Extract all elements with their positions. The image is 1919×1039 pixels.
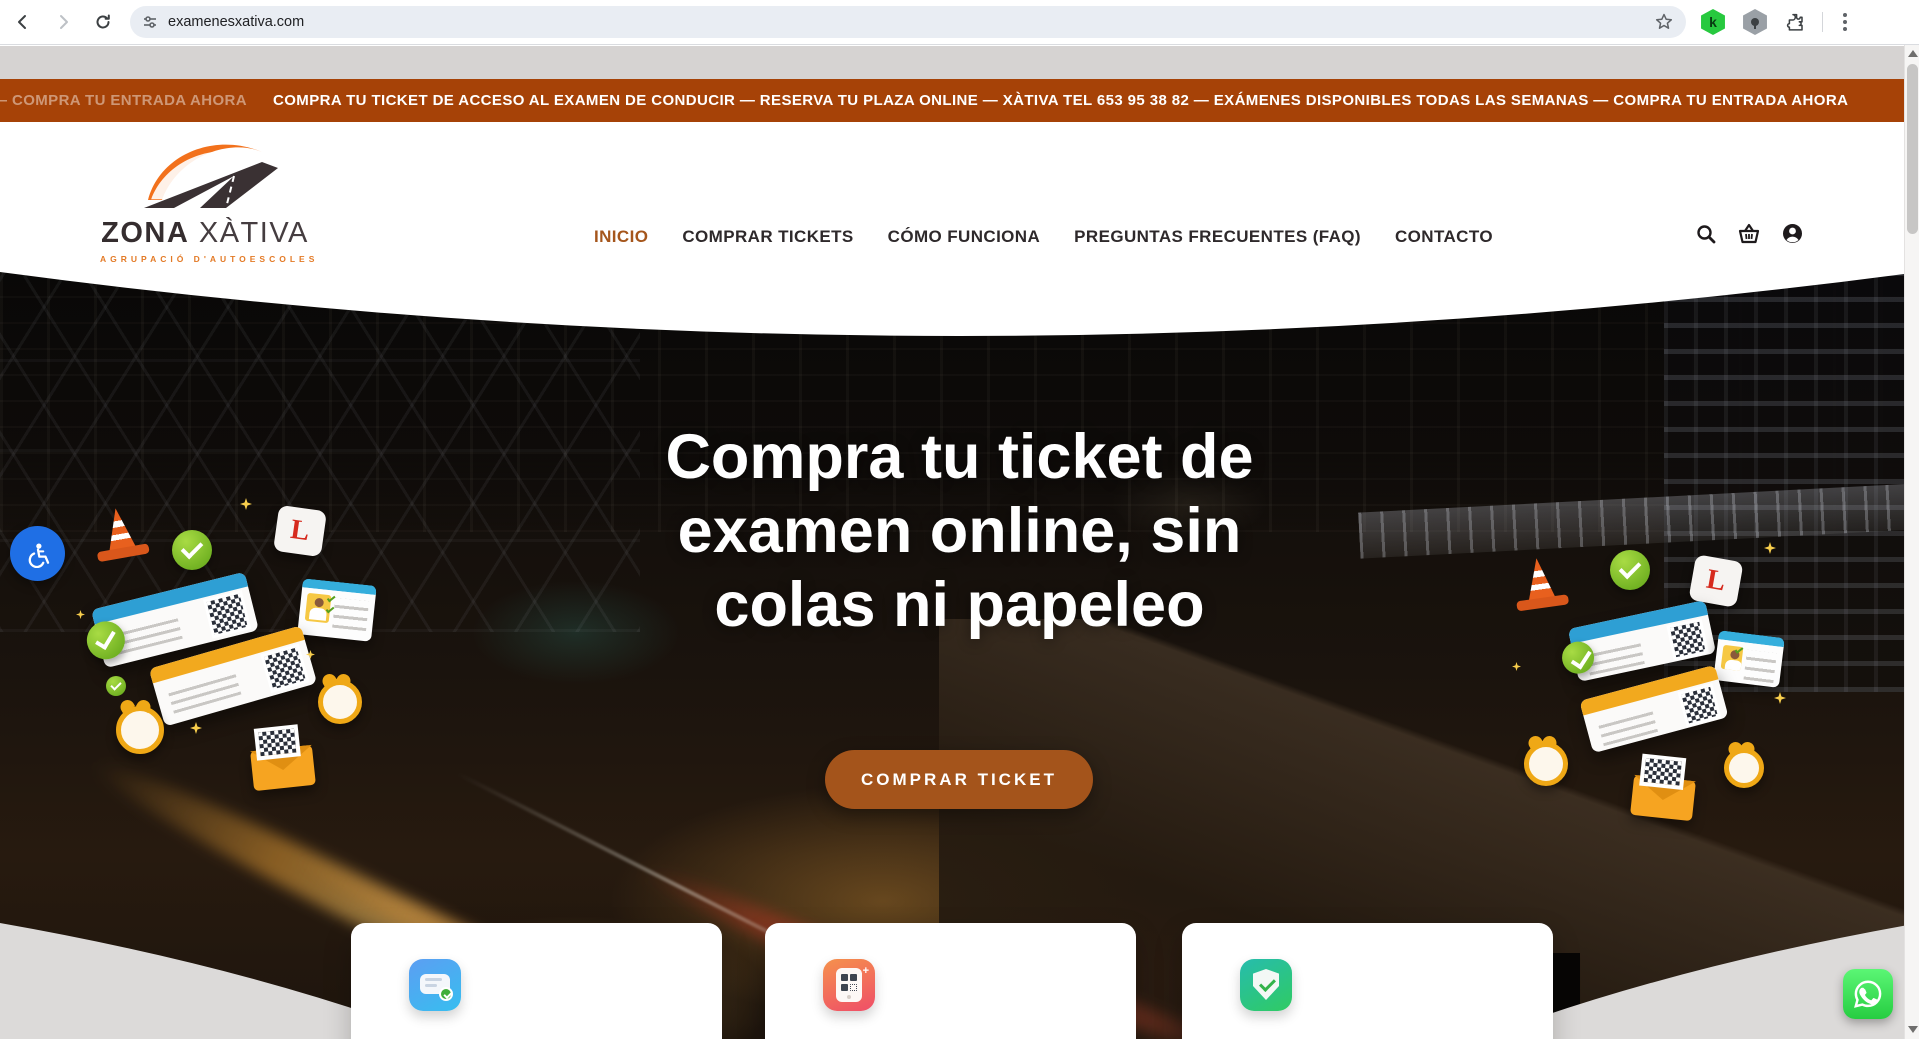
alarm-clock-icon	[116, 706, 164, 754]
main-navigation: INICIO COMPRAR TICKETS CÓMO FUNCIONA PRE…	[594, 227, 1493, 247]
nav-inicio[interactable]: INICIO	[594, 227, 648, 247]
whatsapp-button[interactable]	[1843, 969, 1893, 1019]
cart-basket-icon[interactable]	[1737, 223, 1761, 245]
accessibility-button[interactable]	[10, 526, 65, 581]
browser-toolbar: examenesxativa.com k	[0, 0, 1919, 45]
site-logo[interactable]: ZONA XÀTIVA AGRUPACIÓ D'AUTOESCOLES	[100, 134, 310, 264]
feature-card-compra-online: Compra online en segundos	[351, 923, 722, 1039]
scrollbar-down-arrow[interactable]	[1908, 1026, 1918, 1033]
promo-ticker: — COMPRA TU ENTRADA AHORA COMPRA TU TICKE…	[0, 79, 1919, 122]
feature-card-ticket-qr: + Ticket digital con código QR	[765, 923, 1136, 1039]
address-bar[interactable]: examenesxativa.com	[130, 6, 1686, 38]
browser-window: examenesxativa.com k — COMPRA TU ENTRADA…	[0, 0, 1919, 1039]
envelope-qr-icon	[250, 745, 316, 791]
alarm-clock-icon	[318, 680, 362, 724]
extension-privacy-icon[interactable]	[1742, 9, 1768, 35]
hero-title: Compra tu ticket de examen online, sin c…	[0, 420, 1919, 642]
feature-card-validacion: Validación rápida y segura	[1182, 923, 1553, 1039]
logo-tagline: AGRUPACIÓ D'AUTOESCOLES	[100, 254, 310, 264]
back-button[interactable]	[6, 5, 40, 39]
extensions-puzzle-icon[interactable]	[1784, 11, 1806, 33]
ticket-message-check-icon	[409, 959, 461, 1011]
wheelchair-icon	[24, 540, 52, 568]
nav-comprar-tickets[interactable]: COMPRAR TICKETS	[682, 227, 853, 247]
envelope-qr-icon	[1630, 775, 1696, 821]
menu-kebab-icon[interactable]	[1843, 13, 1847, 31]
nav-como-funciona[interactable]: CÓMO FUNCIONA	[888, 227, 1041, 247]
scrollbar-up-arrow[interactable]	[1908, 50, 1918, 57]
ticker-faded-text: — COMPRA TU ENTRADA AHORA	[0, 92, 247, 109]
hero-section: L	[0, 272, 1919, 1039]
forward-button[interactable]	[46, 5, 80, 39]
account-icon[interactable]	[1781, 222, 1804, 245]
scrollbar[interactable]	[1904, 45, 1919, 1039]
url-text[interactable]: examenesxativa.com	[168, 14, 1654, 30]
sparkle-icon	[190, 722, 202, 734]
phone-qr-icon: +	[823, 959, 875, 1011]
reload-button[interactable]	[86, 5, 120, 39]
alarm-clock-icon	[1524, 742, 1568, 786]
nav-contacto[interactable]: CONTACTO	[1395, 227, 1493, 247]
nav-faq[interactable]: PREGUNTAS FRECUENTES (FAQ)	[1074, 227, 1361, 247]
scrollbar-thumb[interactable]	[1907, 64, 1918, 234]
toolbar-divider	[1822, 12, 1823, 32]
feature-title: Compra online en segundos	[409, 1033, 689, 1039]
site-settings-icon[interactable]	[142, 14, 158, 30]
header-curve	[0, 272, 1919, 336]
extension-k-icon[interactable]: k	[1700, 9, 1726, 35]
alarm-clock-icon	[1724, 748, 1764, 788]
logo-wordmark: ZONA XÀTIVA	[100, 217, 310, 250]
feature-title: Ticket digital con código QR	[823, 1033, 1103, 1039]
comprar-ticket-button[interactable]: COMPRAR TICKET	[825, 750, 1093, 809]
webpage: — COMPRA TU ENTRADA AHORA COMPRA TU TICKE…	[0, 46, 1919, 1039]
whatsapp-icon	[1851, 977, 1885, 1011]
page-top-strip	[0, 46, 1919, 79]
check-circle-icon	[106, 676, 126, 696]
sparkle-icon	[1512, 662, 1521, 671]
shield-check-icon	[1240, 959, 1292, 1011]
feature-title: Validación rápida y segura	[1240, 1033, 1520, 1039]
ticker-text: COMPRA TU TICKET DE ACCESO AL EXAMEN DE …	[273, 92, 1848, 109]
bookmark-star-icon[interactable]	[1654, 12, 1674, 32]
site-header: ZONA XÀTIVA AGRUPACIÓ D'AUTOESCOLES INIC…	[0, 122, 1919, 272]
search-icon[interactable]	[1695, 223, 1717, 245]
logo-road-swoosh-icon	[130, 134, 280, 212]
exam-ticket-illustration	[1579, 665, 1728, 753]
sparkle-icon	[1774, 692, 1786, 704]
